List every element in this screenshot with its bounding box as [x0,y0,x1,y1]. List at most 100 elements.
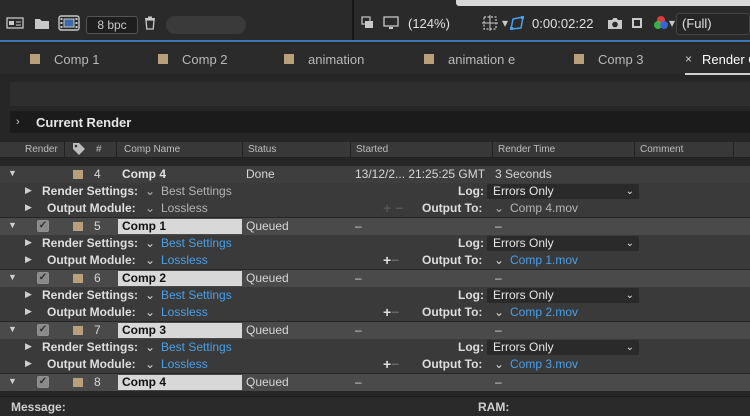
log-dropdown[interactable]: Errors Only ⌄ [487,288,639,303]
add-output-button[interactable]: +− [383,357,399,372]
expand-triangle-icon[interactable]: ▼ [8,220,17,230]
chevron-down-icon[interactable]: ⌄ [145,236,155,250]
current-render-section[interactable]: › Current Render [10,111,750,133]
chevron-down-icon[interactable]: ⌄ [145,357,155,371]
tab-label: Comp 3 [598,51,644,67]
render-settings-link[interactable]: Best Settings [161,340,232,354]
label-swatch[interactable] [73,378,83,387]
render-settings-row: ▶ Render Settings: ⌄ Best Settings Log: … [0,235,750,252]
table-row[interactable]: ▼ ✓ 5 Comp 1 Queued – – [0,218,750,235]
tab-render-queue[interactable]: × Render Q [685,44,750,74]
comp-name[interactable]: Comp 3 [118,323,242,338]
render-checkbox[interactable]: ✓ [37,220,49,232]
expand-triangle-icon[interactable]: ▶ [25,185,32,196]
region-icon[interactable] [6,15,24,31]
expand-triangle-icon[interactable]: ▶ [25,237,32,248]
tab-comp-2[interactable]: Comp 2 [158,44,228,74]
col-comp-name[interactable]: Comp Name [124,144,180,155]
log-dropdown[interactable]: Errors Only ⌄ [487,236,639,251]
label-swatch[interactable] [73,170,83,179]
col-render-time[interactable]: Render Time [498,144,555,155]
tab-comp-1[interactable]: Comp 1 [30,44,100,74]
snapshot-layers-icon[interactable] [361,15,375,31]
close-icon[interactable]: × [685,52,692,66]
bit-depth-button[interactable]: 8 bpc [86,16,138,34]
render-checkbox[interactable]: ✓ [37,272,49,284]
render-checkbox[interactable]: ✓ [37,376,49,388]
row-number: 8 [94,375,101,389]
output-to-label: Output To: [422,305,483,319]
col-comment[interactable]: Comment [640,144,683,155]
expand-triangle-icon[interactable]: ▼ [8,324,17,334]
trash-icon[interactable] [144,15,156,31]
expand-triangle-icon[interactable]: ▶ [25,202,32,213]
output-to-link[interactable]: Comp 1.mov [510,253,578,267]
chevron-down-icon[interactable]: ⌄ [145,253,155,267]
safe-zones-icon[interactable] [482,15,498,31]
comp-name[interactable]: Comp 2 [118,271,242,286]
tab-label: animation [308,51,365,67]
chevron-down-icon[interactable]: ⌄ [145,305,155,319]
tab-animation-e[interactable]: animation e [424,44,515,74]
label-swatch[interactable] [73,274,83,283]
col-render[interactable]: Render [25,144,58,155]
output-module-link[interactable]: Lossless [161,253,208,267]
zoom-level[interactable]: (124%) [408,16,450,31]
chevron-down-icon[interactable]: ⌄ [145,340,155,354]
expand-triangle-icon[interactable]: ▼ [8,376,17,386]
chevron-down-icon[interactable]: ⌄ [145,288,155,302]
table-row[interactable]: ▼ ✓ 8 Comp 4 Queued – – [0,374,750,391]
camera-icon[interactable] [607,15,623,31]
add-output-button[interactable]: + − [383,201,403,216]
table-row[interactable]: ▼ 4 Comp 4 Done 13/12/2... 21:25:25 GMT … [0,166,750,183]
label-swatch[interactable] [73,222,83,231]
output-module-link[interactable]: Lossless [161,357,208,371]
table-row[interactable]: ▼ ✓ 7 Comp 3 Queued – – [0,322,750,339]
col-number[interactable]: # [96,144,102,155]
render-settings-label: Render Settings: [42,340,139,354]
log-dropdown[interactable]: Errors Only ⌄ [487,184,639,199]
chevron-down-icon[interactable]: ▾ [669,15,675,31]
render-settings-link[interactable]: Best Settings [161,288,232,302]
render-settings-link[interactable]: Best Settings [161,236,232,250]
label-swatch[interactable] [73,326,83,335]
output-to-link[interactable]: Comp 3.mov [510,357,578,371]
chevron-down-icon[interactable]: ⌄ [494,357,504,371]
tab-comp-3[interactable]: Comp 3 [574,44,644,74]
mask-path-icon[interactable] [509,15,525,31]
expand-triangle-icon[interactable]: ▶ [25,289,32,300]
color-channels-icon[interactable] [653,15,669,31]
chevron-down-icon[interactable]: ⌄ [494,305,504,319]
expand-triangle-icon[interactable]: ▼ [8,272,17,282]
search-pill[interactable] [166,16,246,34]
comp-name[interactable]: Comp 4 [118,375,242,390]
row-number: 7 [94,323,101,337]
row-render-time: – [495,323,502,337]
chevron-down-icon[interactable]: ⌄ [494,253,504,267]
chevron-right-icon[interactable]: › [16,116,32,128]
expand-triangle-icon[interactable]: ▶ [25,358,32,369]
show-snapshot-icon[interactable] [631,15,643,31]
chevron-down-icon[interactable]: ▾ [502,15,508,31]
expand-triangle-icon[interactable]: ▶ [25,306,32,317]
add-output-button[interactable]: +− [383,305,399,320]
monitor-icon[interactable] [383,15,399,31]
tab-animation[interactable]: animation [284,44,364,74]
output-module-label: Output Module: [47,357,136,371]
render-checkbox[interactable]: ✓ [37,324,49,336]
comp-name[interactable]: Comp 1 [118,219,242,234]
log-dropdown[interactable]: Errors Only ⌄ [487,340,639,355]
add-output-button[interactable]: +− [383,253,399,268]
output-to-link[interactable]: Comp 2.mov [510,305,578,319]
table-row[interactable]: ▼ ✓ 6 Comp 2 Queued – – [0,270,750,287]
film-icon[interactable] [58,15,80,31]
col-status[interactable]: Status [248,144,276,155]
folder-icon[interactable] [34,15,50,31]
label-icon[interactable] [72,142,86,159]
current-time[interactable]: 0:00:02:22 [532,16,593,31]
output-module-link[interactable]: Lossless [161,305,208,319]
expand-triangle-icon[interactable]: ▼ [8,168,17,178]
expand-triangle-icon[interactable]: ▶ [25,341,32,352]
col-started[interactable]: Started [356,144,388,155]
expand-triangle-icon[interactable]: ▶ [25,254,32,265]
